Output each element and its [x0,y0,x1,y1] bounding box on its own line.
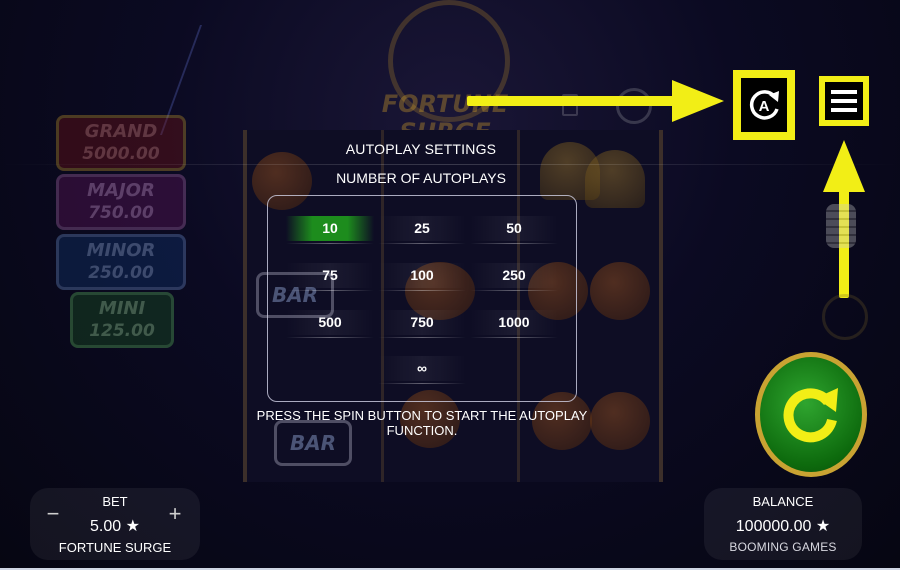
autoplay-option-500[interactable]: 500 [286,310,374,338]
jackpot-name: MAJOR [87,180,155,201]
jackpot-minor: MINOR 250.00 [56,234,186,290]
jackpot-value: 125.00 [89,321,155,341]
autoplay-option-25[interactable]: 25 [378,216,466,244]
autoplay-option-10[interactable]: 10 [286,216,374,244]
autoplay-option-750[interactable]: 750 [378,310,466,338]
info-icon [616,88,652,124]
spin-arrow-icon [783,387,838,442]
spin-button[interactable] [755,352,867,477]
coin-stack-icon [826,204,856,248]
bet-increase-button[interactable]: + [163,503,187,527]
jackpot-name: GRAND [84,121,158,142]
autoplay-icon: A [741,78,787,132]
bell-symbol [585,150,645,208]
highlight-arrow-horizontal [467,96,677,106]
jackpot-name: MINOR [86,240,156,261]
autoplay-option-1000[interactable]: 1000 [470,310,558,338]
autoplay-option-infinite[interactable]: ∞ [378,356,466,384]
favorite-star-icon [822,294,868,340]
autoplay-option-250[interactable]: 250 [470,263,558,291]
bet-label: BET [102,494,128,509]
autoplay-options-panel: 10 25 50 75 100 250 500 750 1000 ∞ [267,195,577,402]
game-name: FORTUNE SURGE [58,540,172,555]
autoplay-option-75[interactable]: 75 [286,263,374,291]
provider-name: BOOMING GAMES [729,540,837,554]
jackpot-value: 5000.00 [82,144,160,164]
autoplay-button[interactable]: A [733,70,795,140]
svg-text:A: A [759,98,770,115]
menu-button[interactable] [819,76,869,126]
jackpot-value: 750.00 [88,203,154,223]
number-of-autoplays-label: NUMBER OF AUTOPLAYS [336,170,506,186]
jackpot-major: MAJOR 750.00 [56,174,186,230]
hamburger-menu-icon [825,82,863,120]
jackpot-grand: GRAND 5000.00 [56,115,186,171]
autoplay-hint-text: PRESS THE SPIN BUTTON TO START THE AUTOP… [256,408,588,438]
autoplay-option-100[interactable]: 100 [378,263,466,291]
jackpot-mini: MINI 125.00 [70,292,174,348]
orange-symbol [590,262,650,320]
highlight-arrow-head [823,140,865,192]
jackpot-name: MINI [98,298,146,319]
autoplay-option-50[interactable]: 50 [470,216,558,244]
autoplay-settings-title: AUTOPLAY SETTINGS [345,141,497,157]
jackpot-value: 250.00 [88,263,154,283]
highlight-arrow-head [672,80,724,122]
bet-value: 5.00 ★ [90,518,140,535]
balance-value: 100000.00 ★ [735,518,831,535]
balance-label: BALANCE [752,494,814,509]
overlay-divider [0,164,900,165]
